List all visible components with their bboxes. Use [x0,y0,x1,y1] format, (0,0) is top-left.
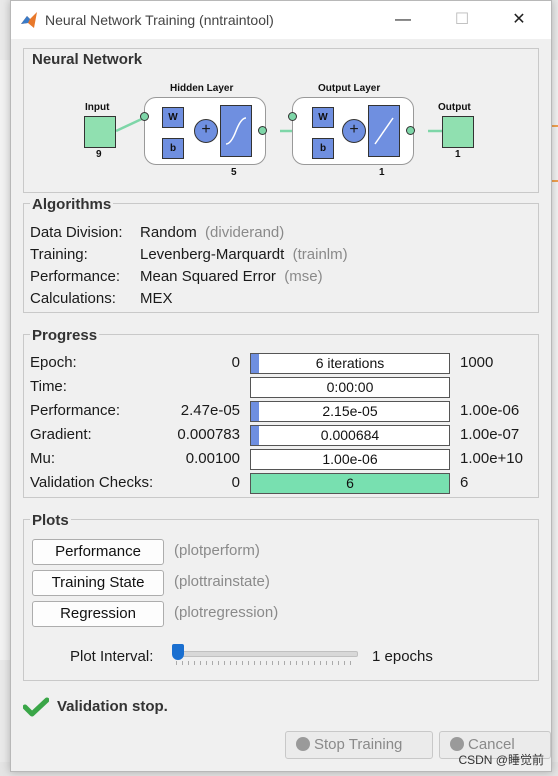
progress-label-validation-checks: Validation Checks: [30,474,154,491]
progress-end-mu: 1.00e+10 [460,450,523,467]
plot-interval-value: 1 epochs [372,648,433,665]
title-bar: Neural Network Training (nntraintool) — … [11,1,551,39]
algo-label-calculations: Calculations: [30,290,116,307]
progress-label-epoch: Epoch: [30,354,77,371]
plot-regression-fn: (plotregression) [174,604,279,621]
connection-node [288,112,297,121]
progress-bar-gradient: 0.000684 [250,425,450,446]
output-label: Output [438,102,471,113]
window-title: Neural Network Training (nntraintool) [45,12,274,28]
progress-start-epoch: 0 [231,354,240,371]
plot-performance-fn: (plotperform) [174,542,260,559]
matlab-logo-icon [21,12,37,28]
progress-current-epoch: 6 iterations [315,355,385,371]
progress-bar-time: 0:00:00 [250,377,450,398]
connection-node [140,112,149,121]
progress-start-validation-checks: 0 [231,474,240,491]
progress-start-mu: 0.00100 [185,450,240,467]
plot-training-state-button[interactable]: Training State [32,570,164,596]
progress-bar-mu: 1.00e-06 [250,449,450,470]
neural-network-panel: Neural Network Input 9 Hidden Layer W b … [23,48,539,193]
linear-icon [374,117,394,145]
stop-training-label: Stop Training [314,736,403,753]
algo-label-performance: Performance: [30,268,121,285]
input-node [84,116,116,148]
plot-interval-slider[interactable] [174,651,358,657]
plot-interval-slider-thumb[interactable] [172,644,184,660]
nntraintool-window: Neural Network Training (nntraintool) — … [10,0,552,772]
maximize-button[interactable]: ☐ [444,7,480,33]
output-transfer-function [368,105,400,157]
output-layer-size: 1 [379,167,385,178]
hidden-sum-node: + [194,119,218,143]
progress-label-performance: Performance: [30,402,121,419]
progress-bar-epoch: 6 iterations [250,353,450,374]
section-title-progress: Progress [30,327,100,344]
output-weight-block: W [312,107,334,128]
algo-value-division: Random (dividerand) [140,224,285,241]
output-bias-block: b [312,138,334,159]
stop-icon [296,737,310,751]
output-sum-node: + [342,119,366,143]
plot-performance-button[interactable]: Performance [32,539,164,565]
progress-current-performance: 2.15e-05 [322,403,378,419]
hidden-layer-label: Hidden Layer [170,83,234,94]
close-button[interactable]: ✕ [501,7,537,33]
progress-bar-performance: 2.15e-05 [250,401,450,422]
progress-label-gradient: Gradient: [30,426,92,443]
output-size: 1 [455,149,461,160]
progress-end-gradient: 1.00e-07 [460,426,520,443]
progress-current-mu: 1.00e-06 [322,451,378,467]
input-size: 9 [96,149,102,160]
input-label: Input [85,102,110,113]
progress-label-mu: Mu: [30,450,56,467]
output-layer-label: Output Layer [318,83,381,94]
algo-value-performance: Mean Squared Error (mse) [140,268,323,285]
plot-interval-ticks [176,661,356,665]
progress-end-validation-checks: 6 [460,474,469,491]
progress-bar-validation-checks: 6 [250,473,450,494]
algo-value-training: Levenberg-Marquardt (trainlm) [140,246,348,263]
hidden-layer-size: 5 [231,167,237,178]
checkmark-icon [23,697,49,717]
progress-end-epoch: 1000 [460,354,494,371]
section-title-algorithms: Algorithms [30,196,114,213]
minimize-button[interactable]: — [385,7,421,33]
progress-panel: Progress Epoch: 0 6 iterations 1000 Time: 0:0… [23,327,539,498]
stop-training-button[interactable]: Stop Training [285,731,433,759]
progress-start-performance: 2.47e-05 [180,402,240,419]
progress-current-time: 0:00:00 [326,379,374,395]
plot-training-state-fn: (plottrainstate) [174,573,270,590]
cancel-icon [450,737,464,751]
plot-interval-label: Plot Interval: [70,648,154,665]
hidden-transfer-function [220,105,252,157]
algorithms-panel: Algorithms Data Division: Random (divide… [23,196,539,313]
plots-panel: Plots Performance (plotperform) Training… [23,512,539,681]
progress-end-performance: 1.00e-06 [460,402,520,419]
algo-label-training: Training: [30,246,88,263]
status-message: Validation stop. [57,698,168,715]
connection-node [406,126,415,135]
hidden-weight-block: W [162,107,184,128]
section-title-plots: Plots [30,512,71,529]
plot-regression-button[interactable]: Regression [32,601,164,627]
progress-current-gradient: 0.000684 [320,427,380,443]
progress-label-time: Time: [30,378,67,395]
algo-value-calculations: MEX [140,290,173,307]
watermark: CSDN @睡觉前 [458,753,544,767]
algo-label-division: Data Division: [30,224,123,241]
hidden-bias-block: b [162,138,184,159]
output-node [442,116,474,148]
progress-start-gradient: 0.000783 [177,426,240,443]
connection-node [258,126,267,135]
progress-current-validation-checks: 6 [346,475,354,491]
sigmoid-icon [225,117,247,145]
